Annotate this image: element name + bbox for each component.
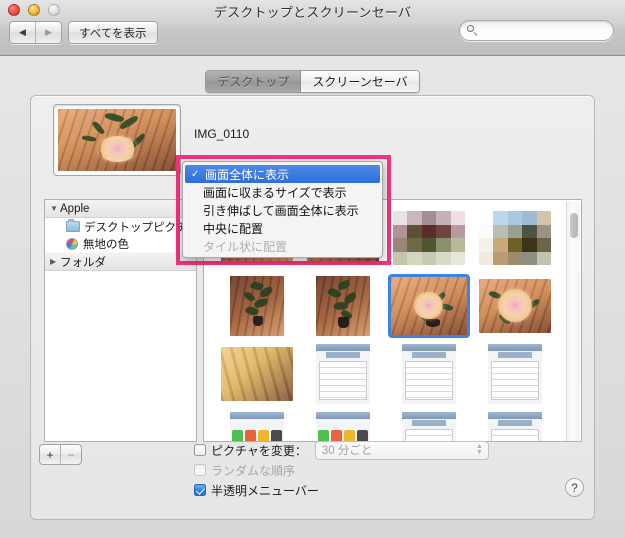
system-preferences-window: デスクトップとスクリーンセーバ ◀ ▶ すべてを表示 デスクトップ スクリーンセ… xyxy=(0,0,625,538)
grid-item[interactable] xyxy=(214,340,300,408)
window-titlebar: デスクトップとスクリーンセーバ ◀ ▶ すべてを表示 xyxy=(0,0,625,56)
translucent-menubar-row: 半透明メニューバー xyxy=(194,480,489,500)
grid-item[interactable] xyxy=(300,408,386,441)
tab-bar: デスクトップ スクリーンセーバ xyxy=(0,70,625,93)
show-all-button[interactable]: すべてを表示 xyxy=(68,21,158,44)
menu-item-fit-to-screen[interactable]: 画面に収まるサイズで表示 xyxy=(183,183,382,201)
grid-item[interactable] xyxy=(472,408,558,441)
chevron-updown-icon: ▲ ▼ xyxy=(475,442,483,456)
disclosure-triangle-down-icon[interactable]: ▼ xyxy=(50,204,60,213)
back-button-icon[interactable]: ◀ xyxy=(10,22,35,43)
grid-item[interactable] xyxy=(386,340,472,408)
grid-item[interactable] xyxy=(472,272,558,340)
change-picture-checkbox[interactable] xyxy=(194,444,206,456)
desktop-preview-image xyxy=(58,109,176,171)
random-order-label: ランダムな順序 xyxy=(211,463,296,478)
menu-item-fill-screen-label: 画面全体に表示 xyxy=(205,167,290,182)
sidebar-group-apple-label: Apple xyxy=(60,202,90,215)
options-group: ピクチャを変更： 30 分ごと ▲ ▼ ランダムな順序 半透明メニューバー xyxy=(194,440,489,500)
tab-group: デスクトップ スクリーンセーバ xyxy=(205,70,420,93)
disclosure-triangle-right-icon[interactable]: ▶ xyxy=(50,257,60,266)
grid-scrollbar[interactable] xyxy=(566,201,580,441)
window-title: デスクトップとスクリーンセーバ xyxy=(213,5,412,20)
tab-desktop[interactable]: デスクトップ xyxy=(206,71,302,92)
selected-image-name: IMG_0110 xyxy=(194,127,250,141)
menu-item-tile-label: タイル状に配置 xyxy=(203,239,288,254)
sidebar-group-folders[interactable]: ▶ フォルダ xyxy=(45,252,196,271)
scaling-popup-menu[interactable]: ✓ 画面全体に表示 画面に収まるサイズで表示 引き伸ばして画面全体に表示 中央に… xyxy=(182,161,383,258)
menu-item-stretch-to-fill-label: 引き伸ばして画面全体に表示 xyxy=(203,203,359,218)
search-field[interactable] xyxy=(459,20,614,41)
forward-button-icon[interactable]: ▶ xyxy=(35,22,61,43)
grid-scrollbar-thumb[interactable] xyxy=(570,213,578,238)
random-order-checkbox[interactable] xyxy=(194,464,206,476)
menu-item-stretch-to-fill[interactable]: 引き伸ばして画面全体に表示 xyxy=(183,201,382,219)
grid-item[interactable] xyxy=(214,408,300,441)
menu-item-center-label: 中央に配置 xyxy=(203,221,264,236)
sidebar-item-solid-colors[interactable]: 無地の色 xyxy=(45,235,196,252)
grid-item[interactable] xyxy=(300,340,386,408)
help-button[interactable]: ? xyxy=(565,478,584,497)
add-folder-button[interactable]: + xyxy=(40,445,60,464)
color-wheel-icon xyxy=(66,237,78,250)
navigation-segmented-control[interactable]: ◀ ▶ xyxy=(9,21,62,44)
translucent-menubar-checkbox[interactable] xyxy=(194,484,206,496)
checkmark-icon: ✓ xyxy=(191,168,200,180)
preview-artwork xyxy=(58,109,176,171)
random-order-row: ランダムな順序 xyxy=(194,460,489,480)
change-picture-label: ピクチャを変更： xyxy=(211,443,307,458)
grid-item[interactable] xyxy=(386,408,472,441)
change-interval-popup[interactable]: 30 分ごと ▲ ▼ xyxy=(314,440,489,460)
search-input[interactable] xyxy=(482,23,604,38)
desktop-preview-well[interactable] xyxy=(53,104,181,176)
search-icon xyxy=(467,25,478,36)
remove-folder-button[interactable]: − xyxy=(60,445,81,464)
change-interval-value: 30 分ごと xyxy=(321,445,373,457)
translucent-menubar-label: 半透明メニューバー xyxy=(211,483,319,498)
tab-screensaver[interactable]: スクリーンセーバ xyxy=(301,71,419,92)
add-remove-segmented-control[interactable]: + − xyxy=(39,444,82,465)
menu-item-fill-screen[interactable]: ✓ 画面全体に表示 xyxy=(185,165,380,183)
sidebar-item-desktop-pictures[interactable]: デスクトップピクチ… xyxy=(45,218,196,235)
grid-item[interactable] xyxy=(214,272,300,340)
grid-item[interactable] xyxy=(300,272,386,340)
sidebar-item-solid-colors-label: 無地の色 xyxy=(83,238,129,251)
picture-sources-list[interactable]: ▼ Apple デスクトップピクチ… 無地の色 ▶ フォルダ xyxy=(44,199,197,442)
sidebar-group-folders-label: フォルダ xyxy=(60,256,106,269)
grid-item[interactable] xyxy=(472,340,558,408)
grid-item[interactable] xyxy=(386,204,472,272)
menu-item-tile: タイル状に配置 xyxy=(183,237,382,255)
folder-icon xyxy=(66,219,80,232)
sidebar-group-apple[interactable]: ▼ Apple xyxy=(45,200,196,218)
menu-item-center[interactable]: 中央に配置 xyxy=(183,219,382,237)
grid-item[interactable] xyxy=(472,204,558,272)
grid-item-selected[interactable] xyxy=(386,272,472,340)
menu-item-fit-to-screen-label: 画面に収まるサイズで表示 xyxy=(203,185,347,200)
change-picture-row: ピクチャを変更： 30 分ごと ▲ ▼ xyxy=(194,440,489,460)
